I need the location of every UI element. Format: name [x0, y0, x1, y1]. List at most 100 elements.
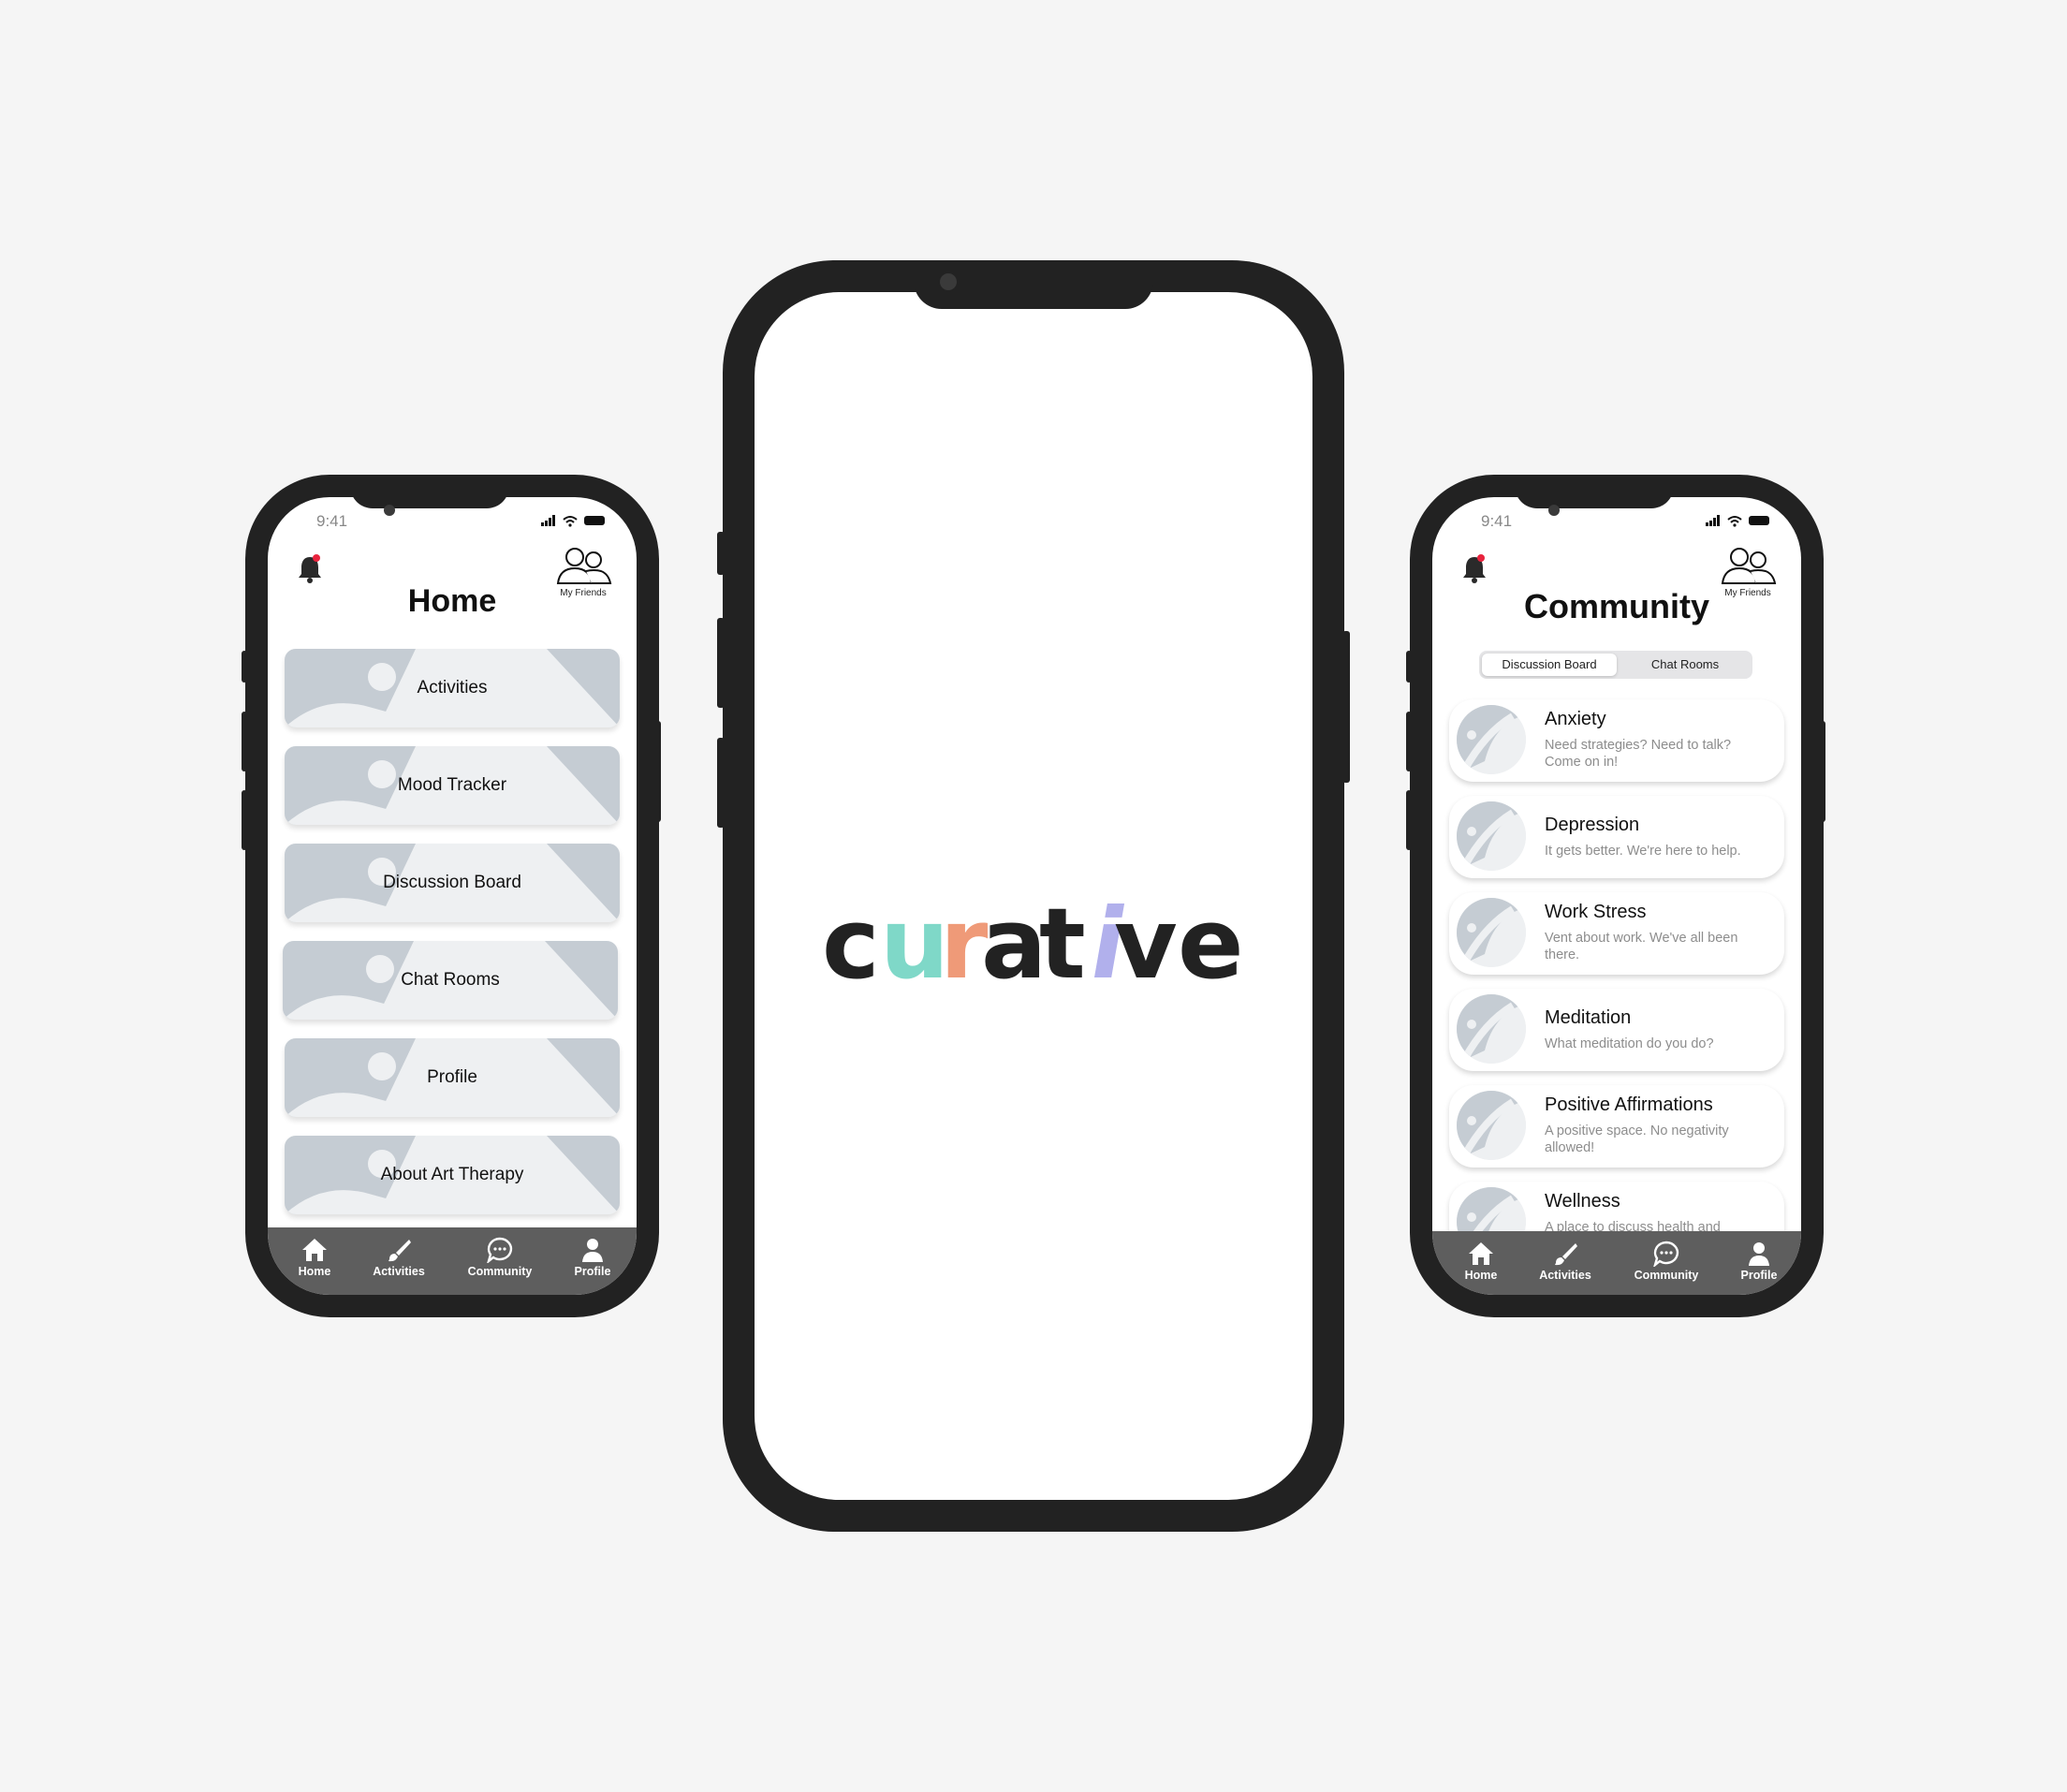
home-item-activities[interactable]: Activities: [285, 649, 620, 727]
segmented-control: Discussion Board Chat Rooms: [1479, 651, 1752, 679]
person-icon: [582, 1239, 603, 1262]
side-button: [1406, 790, 1412, 850]
status-icons: [539, 514, 607, 532]
home-phone: 9:41 My Friends Home Activities Mood Tra…: [245, 475, 659, 1317]
notification-dot: [1477, 554, 1485, 562]
topic-description: Vent about work. We've all been there.: [1545, 931, 1738, 962]
side-button: [655, 721, 661, 822]
splash-phone: curative c u r a t i v e: [723, 260, 1344, 1532]
tab-label: Profile: [574, 1265, 611, 1278]
topic-title: Work Stress: [1545, 902, 1647, 922]
tab-label: Community: [1634, 1269, 1699, 1282]
chat-bubble-icon: [487, 1237, 513, 1263]
side-button: [1820, 721, 1825, 822]
notification-bell-icon[interactable]: [296, 553, 324, 585]
camera: [940, 273, 957, 290]
friends-icon: [556, 548, 612, 584]
home-icon: [1469, 1242, 1493, 1265]
topic-title: Meditation: [1545, 1007, 1632, 1028]
tab-activities[interactable]: Activities: [1523, 1241, 1607, 1282]
home-item-profile[interactable]: Profile: [285, 1038, 620, 1117]
logo-letter: e: [1178, 887, 1244, 1001]
image-placeholder-icon: [1457, 898, 1526, 967]
tile-label: Discussion Board: [383, 873, 521, 892]
notch: [350, 475, 509, 508]
notification-dot: [313, 554, 320, 562]
logo-letter: c: [822, 887, 880, 1001]
topic-thumbnail: [1457, 705, 1526, 774]
topic-card-depression[interactable]: Depression It gets better. We're here to…: [1449, 796, 1784, 878]
topic-title: Depression: [1545, 815, 1640, 835]
tab-label: Profile: [1740, 1269, 1778, 1282]
logo-letter: t: [1039, 887, 1086, 1001]
tab-home[interactable]: Home: [1439, 1241, 1523, 1282]
notification-bell-icon[interactable]: [1460, 553, 1488, 585]
camera: [1548, 505, 1560, 516]
image-placeholder-icon: [1457, 1091, 1526, 1160]
topic-title: Anxiety: [1545, 709, 1606, 729]
tab-community[interactable]: Community: [458, 1237, 542, 1278]
topic-thumbnail: [1457, 898, 1526, 967]
topic-thumbnail: [1457, 1091, 1526, 1160]
page-title: Home: [407, 583, 497, 619]
tile-label: Chat Rooms: [401, 970, 500, 990]
status-time: 9:41: [316, 512, 348, 530]
curative-wordmark: c u r a t i v e: [822, 887, 1244, 1001]
person-icon: [1749, 1242, 1769, 1266]
tab-bar: Home Activities Community Profile: [268, 1227, 637, 1295]
topic-card-work-stress[interactable]: Work Stress Vent about work. We've all b…: [1449, 892, 1784, 975]
page-title: Community: [1524, 587, 1709, 625]
tab-activities[interactable]: Activities: [357, 1237, 441, 1278]
home-icon: [302, 1239, 327, 1261]
chat-bubble-icon: [1653, 1241, 1679, 1267]
segment-discussion-board[interactable]: Discussion Board: [1482, 654, 1617, 676]
tab-profile[interactable]: Profile: [1717, 1241, 1801, 1282]
community-phone: 9:41 My Friends Community Discussion Boa…: [1410, 475, 1824, 1317]
topic-title: Wellness: [1545, 1191, 1620, 1212]
tile-label: About Art Therapy: [380, 1165, 524, 1184]
notch: [1515, 475, 1674, 508]
home-item-discussion-board[interactable]: Discussion Board: [285, 844, 620, 922]
topic-card-anxiety[interactable]: Anxiety Need strategies? Need to talk? C…: [1449, 699, 1784, 782]
image-placeholder-icon: [1457, 801, 1526, 871]
status-icons: [1704, 514, 1771, 532]
segment-chat-rooms[interactable]: Chat Rooms: [1620, 654, 1751, 676]
topic-card-meditation[interactable]: Meditation What meditation do you do?: [1449, 989, 1784, 1071]
tile-label: Activities: [417, 678, 488, 698]
topic-title: Positive Affirmations: [1545, 1094, 1713, 1115]
tile-label: Mood Tracker: [397, 775, 507, 795]
home-screen: 9:41 My Friends Home Activities Mood Tra…: [268, 497, 637, 1295]
home-item-about-art-therapy[interactable]: About Art Therapy: [285, 1136, 620, 1214]
brush-icon: [1555, 1243, 1577, 1266]
tab-label: Activities: [373, 1265, 425, 1278]
home-item-chat-rooms[interactable]: Chat Rooms: [283, 941, 618, 1020]
tab-label: Community: [467, 1265, 533, 1278]
image-placeholder-icon: [1457, 994, 1526, 1064]
notch: [914, 260, 1153, 309]
community-screen: 9:41 My Friends Community Discussion Boa…: [1432, 497, 1801, 1295]
logo-letter: v: [1114, 887, 1178, 1001]
topic-description: A positive space. No negativity allowed!: [1545, 1124, 1729, 1155]
topic-description: It gets better. We're here to help.: [1545, 844, 1741, 859]
side-button: [242, 651, 247, 683]
tab-profile[interactable]: Profile: [550, 1237, 635, 1278]
friends-icon: [1721, 548, 1777, 584]
camera: [384, 505, 395, 516]
topic-description: What meditation do you do?: [1545, 1036, 1714, 1051]
topic-thumbnail: [1457, 801, 1526, 871]
status-time: 9:41: [1481, 512, 1513, 530]
tab-community[interactable]: Community: [1624, 1241, 1708, 1282]
logo-letter: a: [981, 887, 1047, 1001]
image-placeholder-icon: [1457, 705, 1526, 774]
topic-card-positive-affirmations[interactable]: Positive Affirmations A positive space. …: [1449, 1085, 1784, 1168]
side-button: [1406, 712, 1412, 771]
home-item-mood-tracker[interactable]: Mood Tracker: [285, 746, 620, 825]
tab-bar: Home Activities Community Profile: [1432, 1231, 1801, 1295]
topic-thumbnail: [1457, 994, 1526, 1064]
brush-icon: [388, 1240, 411, 1262]
tab-label: Activities: [1539, 1269, 1591, 1282]
side-button: [1406, 651, 1412, 683]
tab-home[interactable]: Home: [272, 1237, 357, 1278]
side-button: [242, 712, 247, 771]
side-button: [242, 790, 247, 850]
